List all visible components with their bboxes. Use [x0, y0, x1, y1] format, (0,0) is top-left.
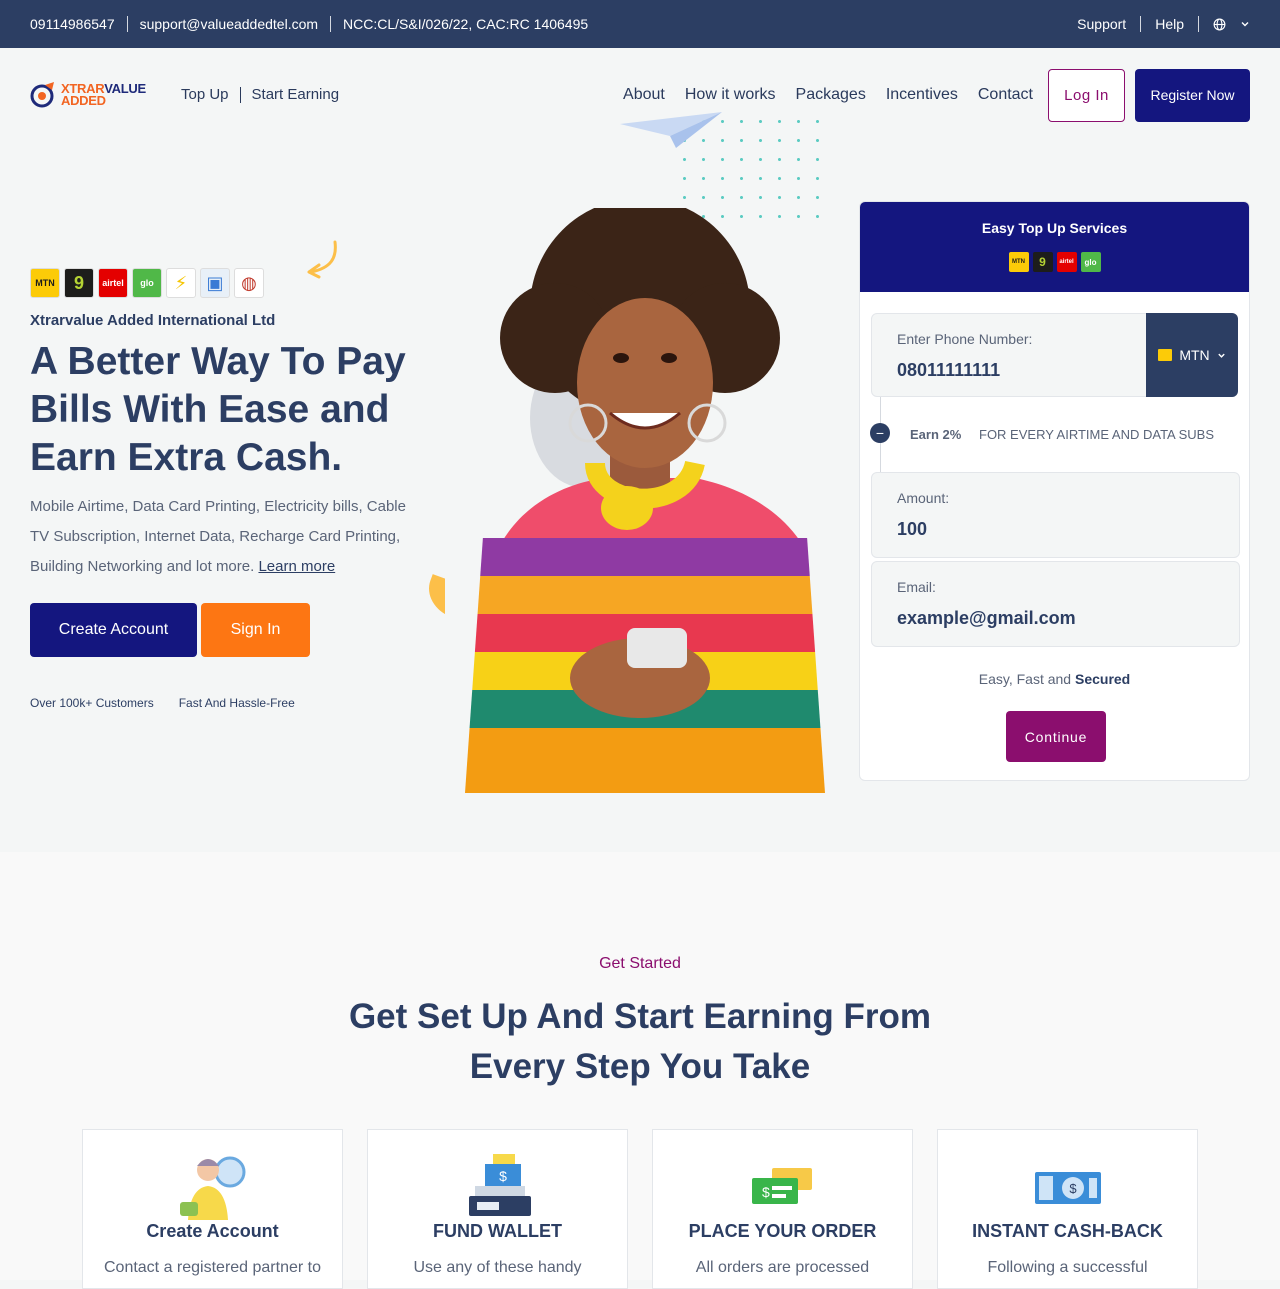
chevron-down-icon [1217, 353, 1225, 358]
earn-info: − Earn 2% FOR EVERY AIRTIME AND DATA SUB… [870, 397, 1214, 472]
stat-customers: Over 100k+ Customers [30, 696, 154, 710]
registration-numbers: NCC:CL/S&I/026/22, CAC:RC 1406495 [343, 16, 589, 32]
step-title: INSTANT CASH-BACK [972, 1221, 1163, 1241]
airtel-logo[interactable]: airtel [98, 268, 128, 298]
nav-top-up[interactable]: Top Up [181, 87, 241, 103]
minus-circle-icon[interactable]: − [870, 423, 890, 443]
nav-how-it-works[interactable]: How it works [685, 86, 776, 104]
step-title: PLACE YOUR ORDER [688, 1221, 877, 1241]
electricity-logo[interactable]: ⚡ [166, 268, 196, 298]
international-logo[interactable]: ◍ [234, 268, 264, 298]
earn-rate: Earn 2% [910, 427, 962, 442]
phone-number-input[interactable]: 08011111111 [897, 360, 1000, 381]
topup-network-logos: MTN 9 airtel glo [860, 252, 1249, 272]
hero-description-text: Mobile Airtime, Data Card Printing, Elec… [30, 498, 406, 575]
amount-input[interactable]: 100 [897, 519, 927, 540]
phone-number-field[interactable]: Enter Phone Number: 08011111111 MTN [871, 313, 1238, 397]
glo-mini-logo[interactable]: glo [1080, 252, 1101, 272]
svg-text:$: $ [1069, 1181, 1077, 1196]
cable-tv-logo[interactable]: ▣ [200, 268, 230, 298]
contact-phone[interactable]: 09114986547 [30, 16, 128, 32]
step-description: Following a successful [987, 1259, 1148, 1276]
curved-arrow-decoration [307, 240, 337, 279]
email-label: Email: [897, 579, 936, 595]
continue-button[interactable]: Continue [1006, 711, 1106, 762]
stat-fast: Fast And Hassle-Free [178, 696, 295, 710]
9mobile-mini-logo[interactable]: 9 [1032, 252, 1053, 272]
get-started-section: Get Started Get Set Up And Start Earning… [0, 852, 1280, 1289]
amount-label: Amount: [897, 490, 950, 506]
step-title: Create Account [146, 1221, 279, 1241]
brand-logo[interactable]: XTRARVALUE ADDED [30, 82, 156, 108]
email-input[interactable]: example@gmail.com [897, 608, 1076, 629]
chevron-down-icon [1241, 22, 1249, 27]
nav-contact[interactable]: Contact [978, 86, 1033, 104]
glo-logo[interactable]: glo [132, 268, 162, 298]
mtn-logo[interactable]: MTN [30, 268, 60, 298]
nav-start-earning[interactable]: Start Earning [241, 87, 351, 103]
wallet-register-icon: $ [468, 1154, 531, 1216]
cashback-banknote-icon: $ [1034, 1172, 1101, 1204]
topup-card-header: Easy Top Up Services MTN 9 airtel glo [860, 202, 1249, 292]
company-name: Xtrarvalue Added International Ltd [30, 312, 276, 329]
language-selector[interactable] [1199, 18, 1250, 31]
top-info-bar: 09114986547 support@valueaddedtel.com NC… [0, 0, 1280, 48]
amount-field[interactable]: Amount: 100 [871, 472, 1240, 558]
svg-text:$: $ [762, 1184, 770, 1200]
secure-note-prefix: Easy, Fast and [978, 671, 1072, 687]
get-started-heading: Get Set Up And Start Earning From Every … [348, 997, 932, 1086]
help-link[interactable]: Help [1141, 16, 1199, 32]
nav-incentives[interactable]: Incentives [886, 86, 958, 104]
support-link[interactable]: Support [1063, 16, 1142, 32]
step-card[interactable]: Create Account Contact a registered part… [82, 1129, 343, 1289]
globe-icon [1213, 18, 1226, 30]
logo-text-added: ADDED [61, 93, 106, 108]
step-card[interactable]: $ FUND WALLET Use any of these handy [367, 1129, 628, 1289]
provider-logos: MTN 9 airtel glo ⚡ ▣ ◍ [30, 268, 264, 298]
airtel-mini-logo[interactable]: airtel [1056, 252, 1077, 272]
email-field[interactable]: Email: example@gmail.com [871, 561, 1240, 647]
step-title: FUND WALLET [433, 1221, 562, 1241]
hero-description: Mobile Airtime, Data Card Printing, Elec… [30, 492, 425, 582]
earn-text: FOR EVERY AIRTIME AND DATA SUBS [979, 427, 1215, 442]
topup-card-title: Easy Top Up Services [981, 220, 1128, 236]
nav-about[interactable]: About [623, 86, 665, 104]
mtn-mini-logo[interactable]: MTN [1008, 252, 1029, 272]
nav-packages[interactable]: Packages [796, 86, 866, 104]
step-description: Contact a registered partner to [103, 1259, 321, 1276]
user-account-icon [179, 1156, 245, 1220]
steps-list: Create Account Contact a registered part… [82, 1129, 1198, 1289]
money-order-icon: $ [751, 1168, 812, 1204]
topup-card: Easy Top Up Services MTN 9 airtel glo En… [859, 201, 1250, 781]
login-button[interactable]: Log In [1048, 68, 1125, 122]
step-card[interactable]: $ PLACE YOUR ORDER All orders are proces… [652, 1129, 913, 1289]
network-select-value: MTN [1179, 347, 1210, 363]
step-description: Use any of these handy [413, 1259, 582, 1276]
hero-woman-image [445, 208, 837, 793]
paper-plane-icon [620, 112, 722, 148]
sign-in-button[interactable]: Sign In [201, 603, 310, 657]
logo-text-value: VALUE [104, 81, 146, 96]
hero-headline: A Better Way To Pay Bills With Ease and … [30, 340, 406, 479]
contact-email[interactable]: support@valueaddedtel.com [128, 16, 332, 32]
mtn-flag-icon [1158, 349, 1173, 361]
svg-text:$: $ [499, 1168, 507, 1184]
step-description: All orders are processed [695, 1259, 870, 1276]
phone-number-label: Enter Phone Number: [897, 331, 1033, 347]
hero-section: MTN 9 airtel glo ⚡ ▣ ◍ Xtrarvalue Added Intern… [0, 112, 1280, 852]
9mobile-logo[interactable]: 9 [64, 268, 94, 298]
network-select[interactable]: MTN [1146, 313, 1238, 397]
step-card[interactable]: $ INSTANT CASH-BACK Following a successf… [937, 1129, 1198, 1289]
learn-more-link[interactable]: Learn more [258, 558, 335, 575]
secure-note-bold: Secured [1074, 671, 1131, 687]
get-started-eyebrow: Get Started [599, 955, 681, 972]
register-button[interactable]: Register Now [1135, 68, 1250, 122]
logo-emblem-icon [30, 82, 54, 108]
hero-stats: Over 100k+ Customers Fast And Hassle-Fre… [30, 696, 295, 710]
secure-note: Easy, Fast and Secured [860, 671, 1249, 687]
create-account-button[interactable]: Create Account [30, 603, 197, 657]
